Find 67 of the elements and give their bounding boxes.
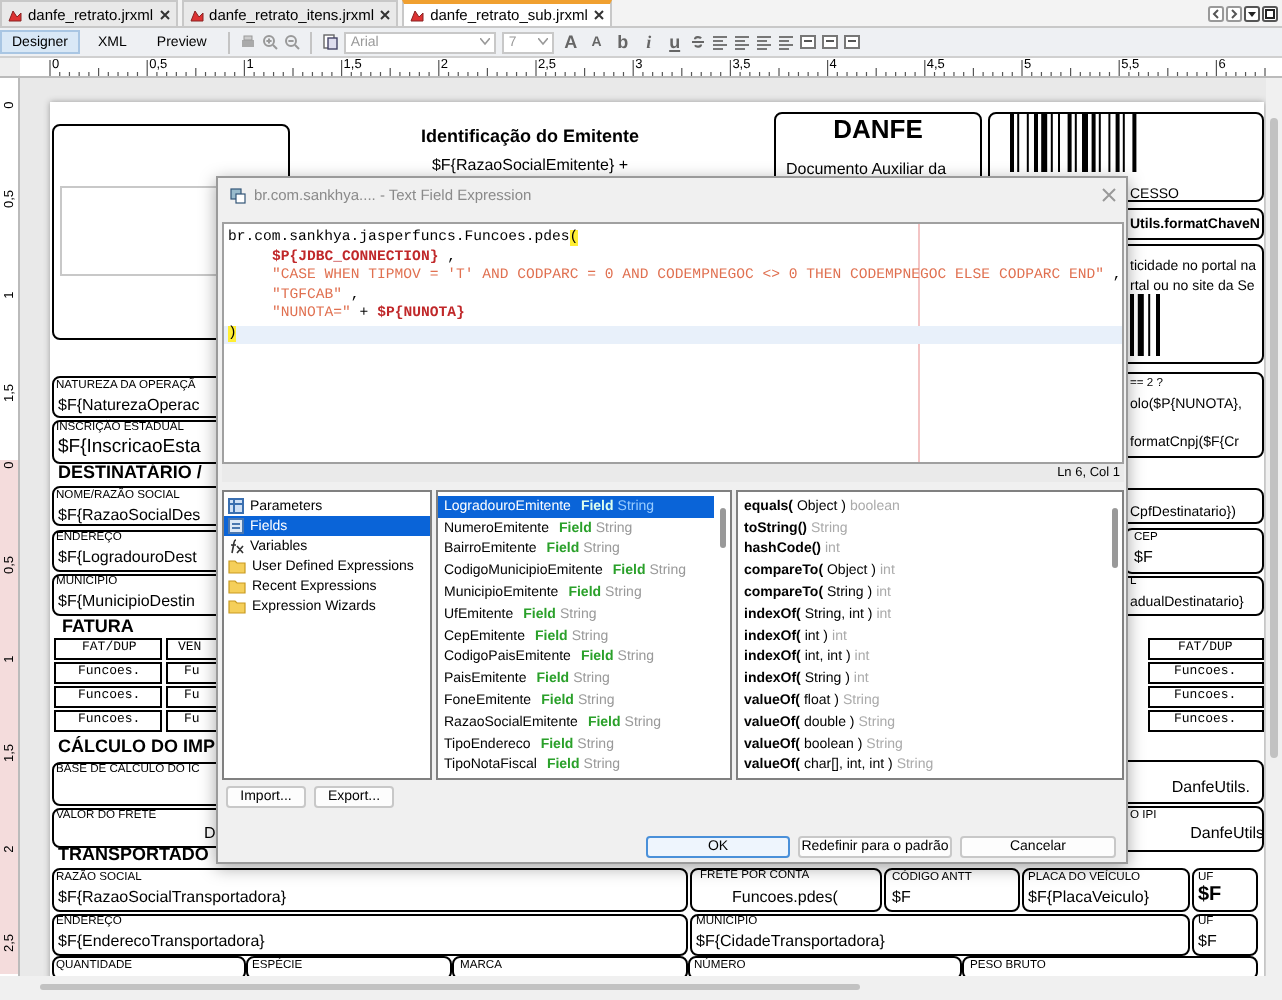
scrollbar-thumb[interactable] (1112, 508, 1118, 568)
strikethrough-icon[interactable] (690, 34, 707, 50)
chevron-left-icon[interactable] (1208, 5, 1224, 21)
field-expression: $F (892, 890, 911, 906)
text-middle-icon[interactable] (822, 34, 839, 50)
app-icon (230, 187, 246, 203)
field-expression: Documento Auxiliar da (786, 162, 947, 178)
report-frame (54, 710, 162, 732)
chevron-right-icon[interactable] (1226, 5, 1242, 21)
close-icon[interactable] (593, 10, 604, 20)
align-right-icon[interactable] (778, 34, 795, 50)
field-expression: $F{LogradouroDest (58, 550, 197, 566)
field-expression: DanfeUtils (1188, 826, 1264, 842)
close-icon[interactable] (380, 9, 391, 19)
report-file-icon (189, 7, 204, 21)
report-frame (1148, 710, 1264, 732)
field-expression: $F{PlacaVeiculo} (1028, 890, 1149, 906)
section-title: Identificação do Emitente (418, 128, 642, 146)
section-title: CÁLCULO DO IMP (58, 738, 215, 756)
text-bottom-icon[interactable] (844, 34, 861, 50)
italic-button[interactable]: i (638, 32, 659, 52)
report-frame (54, 638, 162, 660)
barcode-drawing (1130, 294, 1162, 356)
align-center-icon[interactable] (756, 34, 773, 50)
function-icon (228, 538, 244, 554)
report-file-icon (410, 8, 425, 22)
field-expression: $F{RazaoSocialTransportadora} (58, 890, 286, 906)
report-file-icon (8, 7, 22, 21)
align-left-icon[interactable] (712, 34, 729, 50)
field-expression: $F{RazaoSocialEmitente} + (429, 158, 631, 174)
field-expression: $F{RazaoSocialDes (58, 508, 201, 524)
field-expression: $F{EnderecoTransportadora} (58, 934, 265, 950)
text-top-icon[interactable] (800, 34, 817, 50)
field-expression: DanfeUtils. (1169, 780, 1250, 796)
caret-icon (480, 38, 491, 46)
underline-button[interactable]: u (664, 32, 685, 52)
page-icon[interactable] (322, 34, 339, 50)
scrollbar-thumb[interactable] (40, 984, 860, 990)
report-frame (54, 662, 162, 684)
list-icon (228, 518, 244, 534)
section-title: DANFE (831, 116, 925, 142)
field-expression: $F{MunicipioDestin (58, 594, 195, 610)
scrollbar-thumb[interactable] (720, 508, 726, 548)
caret-icon (538, 38, 549, 46)
field-expression: $F{InscricaoEsta (58, 438, 201, 457)
report-frame (1148, 686, 1264, 708)
section-title: FATURA (62, 618, 134, 636)
close-icon[interactable] (159, 9, 170, 19)
dropdown-icon[interactable] (1244, 5, 1260, 21)
field-expression: Funcoes.pdes( (732, 890, 838, 906)
section-title: DESTINATÁRIO / (58, 464, 202, 482)
report-frame (54, 686, 162, 708)
grow-button[interactable]: A (560, 32, 581, 52)
field-expression: $F{CidadeTransportadora} (696, 934, 885, 950)
field-expression: $F (1198, 934, 1217, 950)
scrollbar-thumb[interactable] (1270, 118, 1278, 758)
bold-button[interactable]: b (612, 32, 633, 52)
maximize-icon[interactable] (1262, 5, 1278, 21)
field-expression: D (204, 826, 216, 842)
grid-icon (228, 498, 244, 514)
report-frame (1148, 662, 1264, 684)
field-expression: $F (1198, 886, 1222, 906)
report-frame (1148, 638, 1264, 660)
section-title: TRANSPORTADO (58, 846, 209, 864)
field-expression: $F (1134, 550, 1153, 566)
field-expression: $F{NaturezaOperac (58, 398, 200, 414)
align-justify-icon[interactable] (734, 34, 751, 50)
